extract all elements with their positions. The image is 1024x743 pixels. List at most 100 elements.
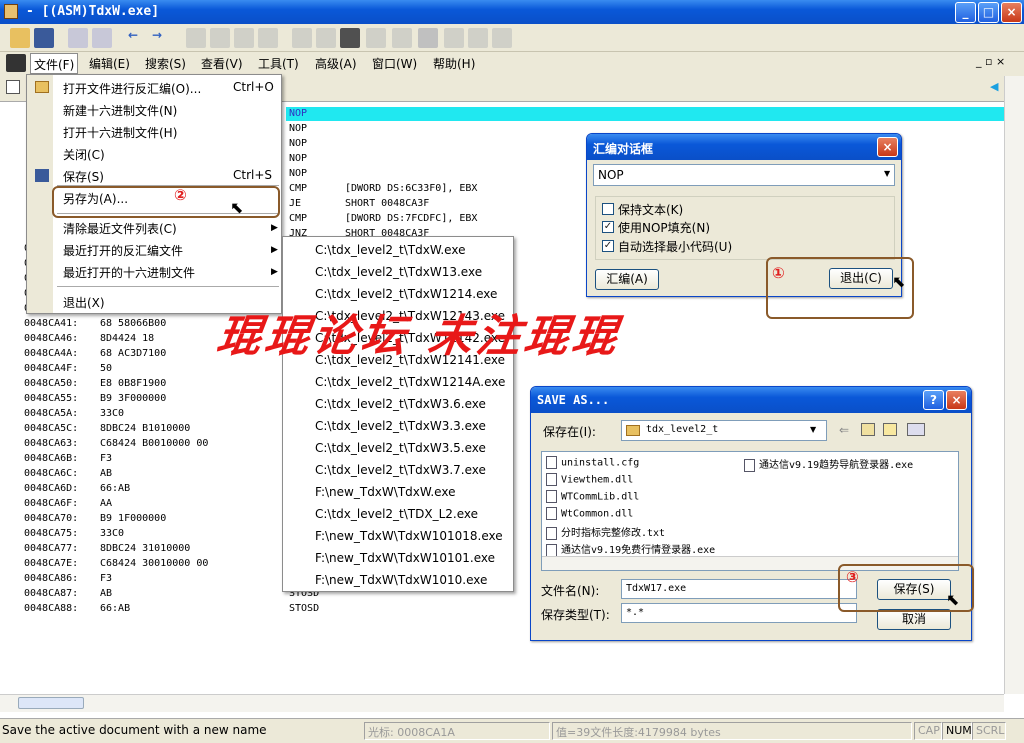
code-hex: 66:AB [100,603,131,614]
recent-file-item[interactable]: C:\tdx_level2_t\TDX_L2.exe [315,507,478,521]
tool-icon[interactable] [258,28,278,48]
tool-icon[interactable] [392,28,412,48]
page-icon[interactable] [6,80,20,94]
align-icon[interactable] [340,28,360,48]
recent-file-item[interactable]: C:\tdx_level2_t\TdxW3.3.exe [315,419,486,433]
menu-item-close[interactable]: 关闭(C) [63,146,105,163]
dropdown-arrow-icon[interactable]: ▼ [810,425,816,434]
save-dialog-close-button[interactable]: × [946,390,967,410]
tool-icon[interactable] [186,28,206,48]
menu-item-save[interactable]: 保存(S) [63,168,104,185]
menu-item-open-disasm[interactable]: 打开文件进行反汇编(O)... [63,80,201,97]
recent-file-item[interactable]: C:\tdx_level2_t\TdxW3.5.exe [315,441,486,455]
recent-file-item[interactable]: C:\tdx_level2_t\TdxW13.exe [315,265,482,279]
menu-window[interactable]: 窗口(W) [372,55,417,72]
back-icon[interactable]: ⇐ [839,423,849,437]
code-addr: 0048CA7E: [24,558,79,569]
scroll-thumb[interactable] [18,697,84,709]
open-icon[interactable] [10,28,30,48]
menu-advanced[interactable]: 高级(A) [315,55,357,72]
nav-left-icon[interactable]: ◀ [990,80,998,93]
copy-icon[interactable] [68,28,88,48]
filename-input[interactable]: TdxW17.exe [621,579,857,599]
code-hex: E8 0B8F1900 [100,378,167,389]
forward-icon[interactable]: → [152,28,172,48]
assemble-dialog-title: 汇编对话框 [587,134,901,160]
submenu-arrow-icon: ▶ [271,223,278,233]
maximize-button[interactable]: □ [978,2,999,23]
recent-file-item[interactable]: C:\tdx_level2_t\TdxW1214A.exe [315,375,505,389]
type-select[interactable]: *.* [621,603,857,623]
up-folder-icon[interactable] [861,423,875,436]
menu-tools[interactable]: 工具(T) [258,55,299,72]
save-in-label: 保存在(I): [543,425,596,439]
code-hex: C68424 B0010000 00 [100,438,209,449]
menu-view[interactable]: 查看(V) [201,55,243,72]
tool-icon[interactable] [210,28,230,48]
menu-edit[interactable]: 编辑(E) [89,55,130,72]
menu-help[interactable]: 帮助(H) [433,55,475,72]
nop-fill-label: 使用NOP填充(N) [618,221,710,235]
cancel-button[interactable]: 取消 [877,609,951,630]
view-menu-icon[interactable] [907,423,925,436]
save-in-select[interactable]: tdx_level2_t ▼ [621,420,827,441]
grid-icon[interactable] [492,28,512,48]
mdi-controls[interactable]: _ ▫ × [976,55,1005,68]
file-item[interactable]: WtCommon.dll [546,507,633,520]
recent-file-item[interactable]: F:\new_TdxW\TdxW1010.exe [315,573,487,587]
file-item[interactable]: WTCommLib.dll [546,490,639,503]
keep-text-checkbox[interactable] [602,203,614,215]
code-addr: 0048CA63: [24,438,79,449]
tool-icon[interactable] [292,28,312,48]
file-list[interactable]: uninstall.cfg Viewthem.dll WTCommLib.dll Wt… [541,451,959,571]
menu-item-clear-recent[interactable]: 清除最近文件列表(C) [63,220,177,237]
file-item[interactable]: 通达信v9.19免费行情登录器.exe [546,541,715,557]
recent-file-item[interactable]: C:\tdx_level2_t\TdxW3.6.exe [315,397,486,411]
assemble-button[interactable]: 汇编(A) [595,269,659,290]
tool-icon[interactable] [234,28,254,48]
file-item[interactable]: 分时指标完整修改.txt [546,524,665,540]
recent-file-item[interactable]: C:\tdx_level2_t\TdxW1214.exe [315,287,497,301]
file-item[interactable]: uninstall.cfg [546,456,639,469]
recent-file-item[interactable]: C:\tdx_level2_t\TdxW3.7.exe [315,463,486,477]
menu-item-recent-hex[interactable]: 最近打开的十六进制文件 [63,264,195,281]
min-code-checkbox[interactable]: ✓ [602,240,614,252]
close-button[interactable]: × [1001,2,1022,23]
recent-file-item[interactable]: F:\new_TdxW\TdxW101018.exe [315,529,503,543]
mouse-cursor-icon: ⬉ [230,198,244,217]
file-item[interactable]: 通达信v9.19趋势导航登录器.exe [744,456,913,472]
nop-fill-checkbox[interactable]: ✓ [602,221,614,233]
save-icon[interactable] [34,28,54,48]
app-icon [4,4,18,19]
menu-item-open-hex[interactable]: 打开十六进制文件(H) [63,124,177,141]
file-icon [546,473,557,486]
assemble-input[interactable]: NOP ▼ [593,164,895,186]
vertical-scrollbar[interactable] [1004,76,1024,694]
back-icon[interactable]: ← [128,28,148,48]
minimize-button[interactable]: _ [955,2,976,23]
menu-item-exit[interactable]: 退出(X) [63,294,105,311]
file-item[interactable]: Viewthem.dll [546,473,633,486]
window-title: - [(ASM)TdxW.exe] [26,4,160,19]
menu-file[interactable]: 文件(F) [30,53,79,74]
menu-search[interactable]: 搜索(S) [145,55,186,72]
dialog-close-button[interactable]: × [877,137,898,157]
new-folder-icon[interactable] [883,423,897,436]
recent-file-item[interactable]: C:\tdx_level2_t\TdxW.exe [315,243,465,257]
tool-icon[interactable] [316,28,336,48]
dropdown-arrow-icon[interactable]: ▼ [884,169,890,178]
horizontal-scrollbar[interactable] [0,694,1004,712]
shortcut-save: Ctrl+S [233,168,273,182]
help-button[interactable]: ? [923,390,944,410]
tool-icon[interactable] [418,28,438,48]
grid-icon[interactable] [468,28,488,48]
code-mn: NOP [289,153,308,164]
tool-icon[interactable] [444,28,464,48]
recent-file-item[interactable]: F:\new_TdxW\TdxW10101.exe [315,551,495,565]
menu-item-new-hex[interactable]: 新建十六进制文件(N) [63,102,177,119]
recent-file-item[interactable]: F:\new_TdxW\TdxW.exe [315,485,455,499]
status-scrl: SCRL [972,722,1006,740]
tool-icon[interactable] [366,28,386,48]
paste-icon[interactable] [92,28,112,48]
menu-item-recent-disasm[interactable]: 最近打开的反汇编文件 [63,242,183,259]
